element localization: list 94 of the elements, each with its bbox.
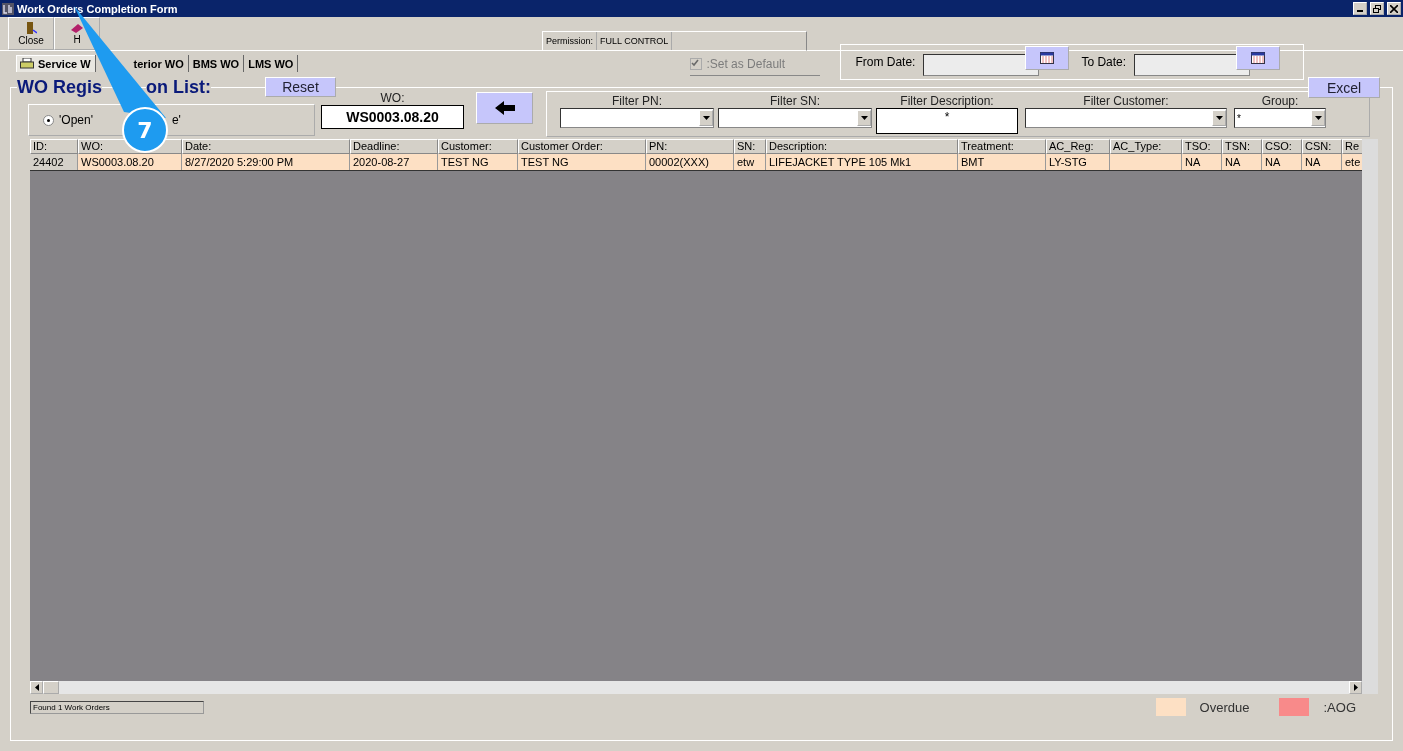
scroll-right-button[interactable] bbox=[1349, 681, 1362, 694]
column-header[interactable]: Description: bbox=[766, 139, 958, 154]
filter-dropdown[interactable] bbox=[718, 108, 872, 128]
restore-icon bbox=[1373, 4, 1381, 13]
filter-dropdown[interactable] bbox=[1025, 108, 1227, 128]
column-header[interactable]: Deadline: bbox=[350, 139, 438, 154]
radio-button[interactable] bbox=[43, 114, 54, 126]
scroll-left-button[interactable] bbox=[30, 681, 43, 694]
door-icon bbox=[25, 21, 37, 35]
table-cell: WS0003.08.20 bbox=[78, 154, 182, 170]
restore-button[interactable] bbox=[1370, 2, 1384, 15]
calendar-button[interactable] bbox=[1025, 46, 1070, 70]
column-header[interactable]: ID: bbox=[30, 139, 78, 154]
dropdown-button[interactable] bbox=[1311, 110, 1325, 126]
filter-dropdown[interactable]: * bbox=[1234, 108, 1326, 128]
vertical-scrollbar[interactable] bbox=[1362, 139, 1378, 694]
table-cell: NA bbox=[1182, 154, 1222, 170]
column-header[interactable]: TSO: bbox=[1182, 139, 1222, 154]
column-header[interactable]: CSN: bbox=[1302, 139, 1342, 154]
filter-label: Group: bbox=[1261, 94, 1299, 108]
wo-label: WO: bbox=[380, 91, 405, 105]
table-cell: NA bbox=[1262, 154, 1302, 170]
table-cell: etw bbox=[734, 154, 766, 170]
column-header[interactable]: Treatment: bbox=[958, 139, 1046, 154]
filter-label: Filter SN: bbox=[770, 94, 820, 108]
caret-icon bbox=[1314, 116, 1322, 120]
filter-dropdown[interactable] bbox=[560, 108, 714, 128]
window-title: Work Orders Completion Form bbox=[17, 2, 179, 15]
excel-button[interactable]: Excel bbox=[1308, 77, 1380, 98]
filter-label: Filter Description: bbox=[900, 94, 994, 108]
status-text: Found 1 Work Orders bbox=[30, 700, 204, 714]
table-cell: NA bbox=[1302, 154, 1342, 170]
back-button[interactable] bbox=[476, 92, 533, 124]
column-header[interactable]: TSN: bbox=[1222, 139, 1262, 154]
wo-field[interactable]: WS0003.08.20 bbox=[321, 105, 464, 129]
section-title: WO Regis bbox=[17, 77, 102, 98]
caret-icon bbox=[702, 116, 710, 120]
table-cell: 2020-08-27 bbox=[350, 154, 438, 170]
dropdown-button[interactable] bbox=[857, 110, 871, 126]
column-header[interactable]: Customer: bbox=[438, 139, 518, 154]
caret-icon bbox=[1215, 116, 1223, 120]
date-field[interactable] bbox=[923, 54, 1040, 76]
date-label: To Date: bbox=[1081, 55, 1127, 69]
close-button[interactable] bbox=[1387, 2, 1401, 15]
close-button[interactable]: Close bbox=[8, 17, 54, 50]
radio-label[interactable]: e' bbox=[171, 113, 181, 127]
permission-value: FULL CONTROL bbox=[597, 32, 673, 50]
horizontal-scrollbar[interactable] bbox=[30, 681, 1362, 694]
dropdown-button[interactable] bbox=[1212, 110, 1226, 126]
printer-icon bbox=[20, 58, 34, 69]
reset-button[interactable]: Reset bbox=[265, 77, 336, 97]
calendar-icon bbox=[1040, 52, 1055, 64]
table-cell: LIFEJACKET TYPE 105 Mk1 bbox=[766, 154, 958, 170]
dropdown-button[interactable] bbox=[699, 110, 713, 126]
date-label: From Date: bbox=[855, 55, 916, 69]
check-icon bbox=[691, 59, 700, 67]
column-header[interactable]: AC_Reg: bbox=[1046, 139, 1110, 154]
column-header[interactable]: SN: bbox=[734, 139, 766, 154]
permission-label: Permission: bbox=[543, 32, 597, 50]
calendar-button[interactable] bbox=[1236, 46, 1281, 70]
legend-label: Overdue bbox=[1199, 699, 1250, 715]
table-cell: 00002(XXX) bbox=[646, 154, 734, 170]
table-cell: LY-STG bbox=[1046, 154, 1110, 170]
arrow-left-icon bbox=[494, 101, 515, 115]
legend-label: :AOG bbox=[1323, 699, 1356, 715]
column-header[interactable]: Customer Order: bbox=[518, 139, 646, 154]
table-cell: NA bbox=[1222, 154, 1262, 170]
filter-label: Filter Customer: bbox=[1083, 94, 1169, 108]
column-header[interactable]: Re bbox=[1342, 139, 1362, 154]
table-cell: TEST NG bbox=[438, 154, 518, 170]
scroll-thumb[interactable] bbox=[43, 681, 59, 694]
right-arrow-icon bbox=[1353, 684, 1358, 691]
tab[interactable]: Service W bbox=[16, 55, 96, 72]
app-icon bbox=[2, 2, 14, 15]
caret-icon bbox=[860, 116, 868, 120]
column-header[interactable]: CSO: bbox=[1262, 139, 1302, 154]
table-cell: TEST NG bbox=[518, 154, 646, 170]
filter-label: Filter PN: bbox=[612, 94, 662, 108]
table-cell: 24402 bbox=[30, 154, 78, 170]
filter-field[interactable]: * bbox=[876, 108, 1018, 134]
book-icon bbox=[70, 22, 84, 34]
checkbox-label: :Set as Default bbox=[706, 57, 786, 71]
date-field[interactable] bbox=[1134, 54, 1251, 76]
calendar-icon bbox=[1251, 52, 1266, 64]
table-cell: BMT bbox=[958, 154, 1046, 170]
column-header[interactable]: PN: bbox=[646, 139, 734, 154]
minimize-button[interactable] bbox=[1353, 2, 1367, 15]
close-icon bbox=[1390, 4, 1398, 13]
column-header[interactable]: AC_Type: bbox=[1110, 139, 1182, 154]
left-arrow-icon bbox=[34, 684, 39, 691]
column-header[interactable]: Date: bbox=[182, 139, 350, 154]
table-cell: 8/27/2020 5:29:00 PM bbox=[182, 154, 350, 170]
radio-label[interactable]: 'Open' bbox=[59, 113, 93, 127]
table-row[interactable]: 24402 WS0003.08.20 8/27/2020 5:29:00 PM 2020-08-27 TEST NG TEST NG 00002(XXX) etw LIFEJACKET TYPE 105 Mk1 BMT LY-STG NA NA NA NA ete bbox=[30, 154, 1362, 171]
